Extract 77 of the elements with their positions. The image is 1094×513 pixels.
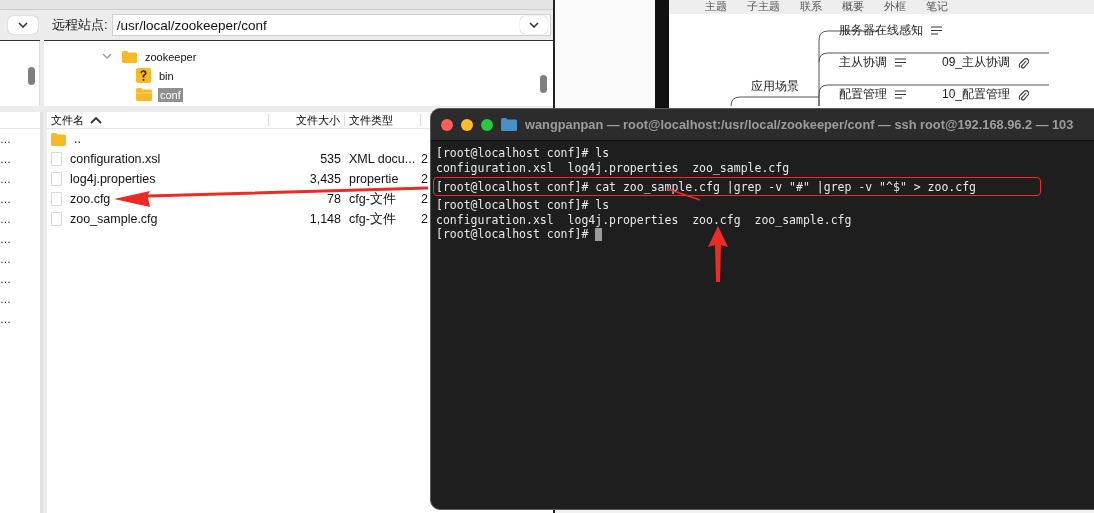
minimize-button[interactable] bbox=[461, 118, 473, 131]
column-header[interactable]: 文件名 bbox=[47, 114, 269, 126]
file-name[interactable]: … bbox=[0, 293, 11, 305]
file-type: cfg-文件 bbox=[349, 211, 396, 226]
terminal-line: configuration.xsl log4j.properties zoo_sample.cfg bbox=[436, 160, 790, 175]
toolbar-item[interactable]: 子主题 bbox=[747, 0, 780, 14]
file-size: 3,435 bbox=[309, 172, 341, 186]
file-type: propertie bbox=[349, 172, 399, 186]
toolbar-item[interactable]: 外框 bbox=[884, 0, 906, 14]
file-icon bbox=[51, 192, 62, 206]
file-type: XML docu... bbox=[349, 152, 416, 166]
tree-item[interactable]: bin bbox=[157, 68, 176, 83]
file-name[interactable]: … bbox=[0, 273, 11, 285]
file-icon bbox=[51, 152, 62, 166]
question-mark-icon bbox=[136, 68, 151, 83]
folder-icon bbox=[501, 118, 517, 131]
file-name[interactable]: .. bbox=[74, 132, 81, 146]
file-name[interactable]: … bbox=[0, 173, 11, 185]
scrollbar-thumb[interactable] bbox=[28, 67, 35, 85]
caret-icon[interactable] bbox=[102, 53, 112, 60]
file-size: 78 bbox=[327, 192, 341, 206]
close-button[interactable] bbox=[441, 118, 453, 131]
topic-node[interactable]: 配置管理 bbox=[839, 86, 887, 103]
window-title: wangpanpan — root@localhost:/usr/local/zookeeper/conf — ssh root@192.168.96.2 — 103 bbox=[525, 117, 1074, 132]
table-cell: 2 bbox=[421, 212, 428, 226]
file-name[interactable]: … bbox=[0, 133, 11, 145]
file-name[interactable]: … bbox=[0, 313, 11, 325]
file-name[interactable]: … bbox=[0, 233, 11, 245]
toolbar-item[interactable]: 主题 bbox=[705, 0, 727, 14]
table-cell: 2 bbox=[421, 152, 428, 166]
terminal-line: [root@localhost conf]# ls bbox=[436, 146, 610, 161]
remote-path-field[interactable]: /usr/local/zookeeper/conf bbox=[111, 14, 551, 36]
file-name[interactable]: zoo.cfg bbox=[70, 192, 111, 206]
chevron-down-icon bbox=[18, 22, 28, 28]
folder-icon bbox=[51, 132, 66, 146]
note-icon[interactable] bbox=[931, 26, 942, 35]
terminal-line: [root@localhost conf]# bbox=[436, 227, 590, 242]
annotation-arrow bbox=[708, 226, 728, 282]
toolbar-item[interactable]: 概要 bbox=[842, 0, 864, 14]
file-icon bbox=[51, 212, 62, 226]
file-size: 1,148 bbox=[309, 212, 341, 226]
file-type: cfg-文件 bbox=[349, 191, 396, 206]
tree-item[interactable]: zookeeper bbox=[143, 49, 199, 64]
paperclip-icon[interactable] bbox=[1018, 56, 1030, 69]
table-cell: 2 bbox=[421, 172, 428, 186]
file-icon bbox=[51, 172, 62, 186]
folder-icon bbox=[122, 50, 137, 63]
paperclip-icon[interactable] bbox=[1018, 88, 1030, 101]
scrollbar-thumb[interactable] bbox=[540, 75, 547, 93]
file-name[interactable]: zoo_sample.cfg bbox=[70, 212, 158, 226]
topic-node[interactable]: 服务器在线感知 bbox=[839, 22, 923, 39]
chevron-down-icon bbox=[529, 22, 539, 28]
column-header[interactable]: 文件类型 bbox=[345, 114, 421, 126]
topic-node[interactable]: 主从协调 bbox=[839, 54, 887, 71]
column-header[interactable]: 文件大小 bbox=[269, 114, 345, 126]
maximize-button[interactable] bbox=[481, 118, 493, 131]
file-name[interactable]: … bbox=[0, 193, 11, 205]
file-name[interactable]: … bbox=[0, 253, 11, 265]
toolbar-item[interactable]: 联系 bbox=[800, 0, 822, 14]
topic-node[interactable]: 应用场景 bbox=[751, 78, 799, 95]
file-name[interactable]: … bbox=[0, 213, 11, 225]
note-icon[interactable] bbox=[895, 58, 906, 67]
file-size: 535 bbox=[320, 152, 341, 166]
file-name[interactable]: log4j.properties bbox=[70, 172, 156, 186]
table-cell: 2 bbox=[421, 192, 428, 206]
toolbar-item[interactable]: 笔记 bbox=[926, 0, 948, 14]
note-icon[interactable] bbox=[895, 90, 906, 99]
link-label[interactable]: 10_配置管理 bbox=[942, 86, 1011, 103]
file-name[interactable]: configuration.xsl bbox=[70, 152, 161, 166]
terminal-line: [root@localhost conf]# ls bbox=[436, 198, 610, 213]
terminal-line: [root@localhost conf]# cat zoo_sample.cfg |grep -v "#" |grep -v "^$" > zoo.cfg bbox=[436, 179, 977, 194]
folder-icon bbox=[136, 88, 152, 101]
file-name[interactable]: … bbox=[0, 153, 11, 165]
dropdown-button[interactable] bbox=[8, 16, 38, 34]
terminal-line: configuration.xsl log4j.properties zoo.cfg zoo_sample.cfg bbox=[436, 212, 852, 227]
link-label[interactable]: 09_主从协调 bbox=[942, 54, 1011, 71]
remote-site-label: 远程站点: bbox=[52, 16, 108, 34]
